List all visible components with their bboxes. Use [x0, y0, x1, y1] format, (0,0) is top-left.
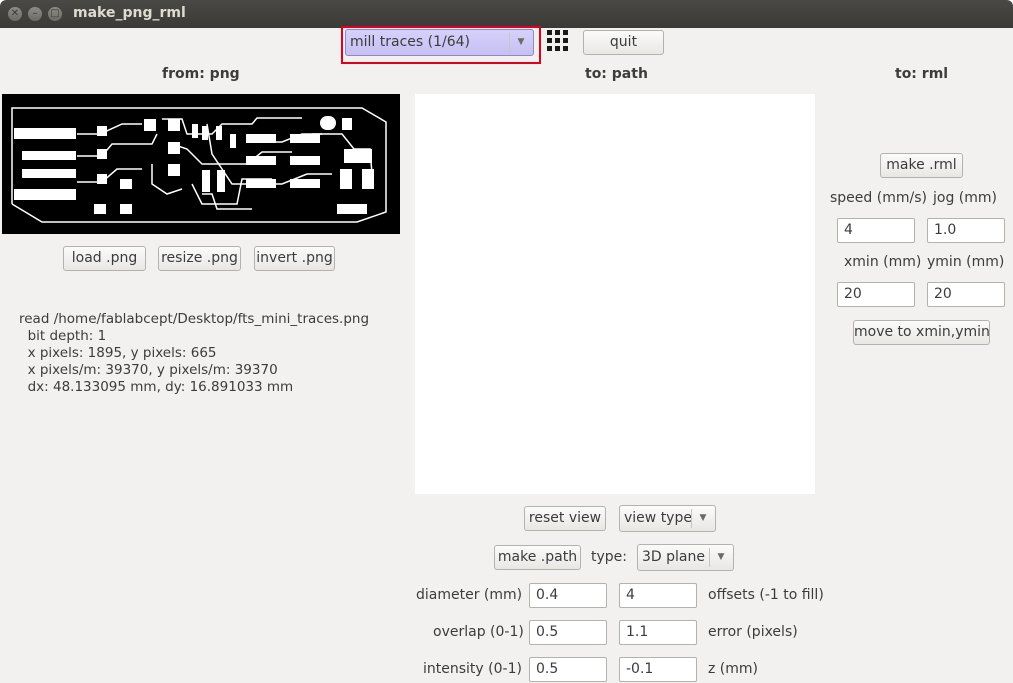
overlap-label: overlap (0-1): [433, 624, 524, 640]
path-canvas[interactable]: [415, 94, 815, 494]
chevron-down-icon: ▼: [699, 513, 707, 523]
offsets-field[interactable]: 4: [619, 583, 697, 608]
diameter-field[interactable]: 0.4: [529, 583, 607, 608]
jog-label: jog (mm): [933, 190, 997, 206]
z-field[interactable]: -0.1: [619, 657, 697, 682]
combo-separator: [709, 548, 710, 567]
error-label: error (pixels): [708, 624, 798, 640]
close-icon[interactable]: ✕: [8, 7, 22, 21]
overlap-field[interactable]: 0.5: [529, 620, 607, 645]
title-bar: ✕ – □ make_png_rml: [0, 0, 1013, 28]
diameter-label: diameter (mm): [416, 587, 523, 603]
png-preview: [2, 94, 400, 234]
xmin-field[interactable]: 20: [837, 282, 915, 307]
quit-button[interactable]: quit: [583, 30, 664, 55]
jog-field[interactable]: 1.0: [927, 218, 1005, 243]
reset-view-button[interactable]: reset view: [524, 506, 606, 531]
process-select[interactable]: mill traces (1/64) ▼: [345, 29, 534, 56]
load-png-button[interactable]: load .png: [63, 246, 146, 271]
path-type-value: 3D plane: [642, 549, 705, 565]
png-info: read /home/fablabcept/Desktop/fts_mini_t…: [19, 311, 369, 396]
png-info-line: dx: 48.133095 mm, dy: 16.891033 mm: [19, 379, 294, 395]
ymin-field[interactable]: 20: [927, 282, 1005, 307]
header-from-png: from: png: [162, 66, 240, 82]
error-field[interactable]: 1.1: [619, 620, 697, 645]
png-info-line: x pixels/m: 39370, y pixels/m: 39370: [19, 362, 278, 378]
chevron-down-icon: ▼: [517, 37, 525, 47]
offsets-label: offsets (-1 to fill): [708, 587, 824, 603]
png-info-line: x pixels: 1895, y pixels: 665: [19, 345, 217, 361]
xmin-label: xmin (mm): [844, 254, 922, 270]
app-window: ✕ – □ make_png_rml mill traces (1/64) ▼ …: [0, 0, 1013, 683]
invert-png-button[interactable]: invert .png: [254, 246, 335, 271]
type-label: type:: [591, 549, 627, 565]
combo-separator: [509, 33, 510, 52]
resize-png-button[interactable]: resize .png: [158, 246, 241, 271]
intensity-label: intensity (0-1): [423, 661, 522, 677]
view-type-value: view type: [624, 510, 692, 526]
speed-label: speed (mm/s): [830, 190, 927, 206]
process-select-value: mill traces (1/64): [350, 34, 470, 50]
intensity-field[interactable]: 0.5: [529, 657, 607, 682]
ymin-label: ymin (mm): [927, 254, 1005, 270]
png-info-line: bit depth: 1: [19, 328, 107, 344]
make-rml-button[interactable]: make .rml: [880, 153, 963, 178]
window-title: make_png_rml: [73, 5, 186, 21]
z-label: z (mm): [708, 661, 758, 677]
maximize-icon[interactable]: □: [48, 7, 62, 21]
combo-separator: [691, 509, 692, 528]
path-type-select[interactable]: 3D plane ▼: [637, 544, 734, 571]
grid-icon[interactable]: [546, 29, 570, 53]
header-to-path: to: path: [585, 66, 648, 82]
png-info-line: read /home/fablabcept/Desktop/fts_mini_t…: [19, 311, 370, 327]
move-to-xmin-ymin-button[interactable]: move to xmin,ymin: [853, 320, 990, 345]
view-type-select[interactable]: view type ▼: [619, 505, 716, 532]
minimize-icon[interactable]: –: [28, 7, 42, 21]
header-to-rml: to: rml: [895, 66, 949, 82]
chevron-down-icon: ▼: [717, 552, 725, 562]
speed-field[interactable]: 4: [837, 218, 915, 243]
make-path-button[interactable]: make .path: [494, 545, 581, 570]
